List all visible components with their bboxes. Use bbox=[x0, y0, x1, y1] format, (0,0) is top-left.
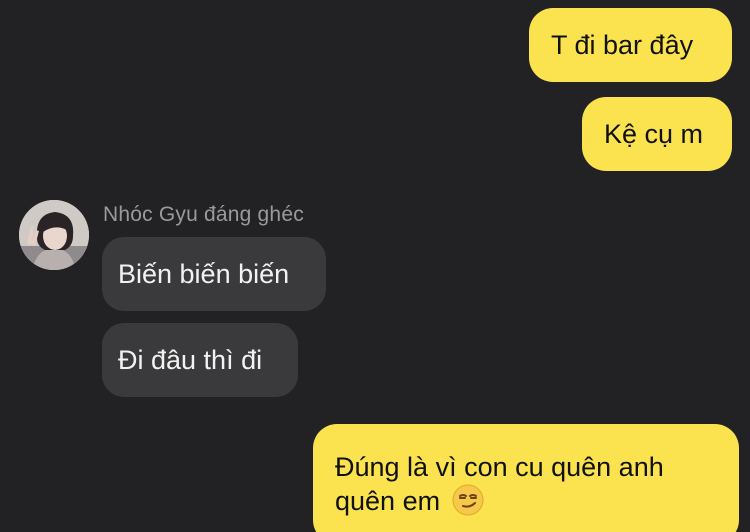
avatar-photo-icon bbox=[19, 200, 89, 270]
message-text: Biến biến biến bbox=[118, 259, 290, 289]
outgoing-message-bubble[interactable]: Kệ cụ m bbox=[582, 97, 732, 171]
message-text: T đi bar đây bbox=[551, 30, 694, 60]
incoming-message-bubble[interactable]: Biến biến biến bbox=[102, 237, 326, 311]
contact-avatar[interactable] bbox=[19, 200, 89, 270]
chat-thread: T đi bar đây Kệ cụ m Nhóc Gyu đáng ghéc … bbox=[0, 0, 750, 532]
incoming-message-bubble[interactable]: Đi đâu thì đi bbox=[102, 323, 298, 397]
message-text: Kệ cụ m bbox=[604, 119, 704, 149]
outgoing-message-bubble[interactable]: Đúng là vì con cu quên anh quên em bbox=[313, 424, 739, 532]
smirking-face-emoji-icon bbox=[452, 484, 484, 516]
outgoing-message-bubble[interactable]: T đi bar đây bbox=[529, 8, 732, 82]
message-text: Đúng là vì con cu quên anh quên em bbox=[335, 452, 664, 516]
contact-name: Nhóc Gyu đáng ghéc bbox=[103, 203, 304, 226]
message-text: Đi đâu thì đi bbox=[118, 345, 263, 375]
